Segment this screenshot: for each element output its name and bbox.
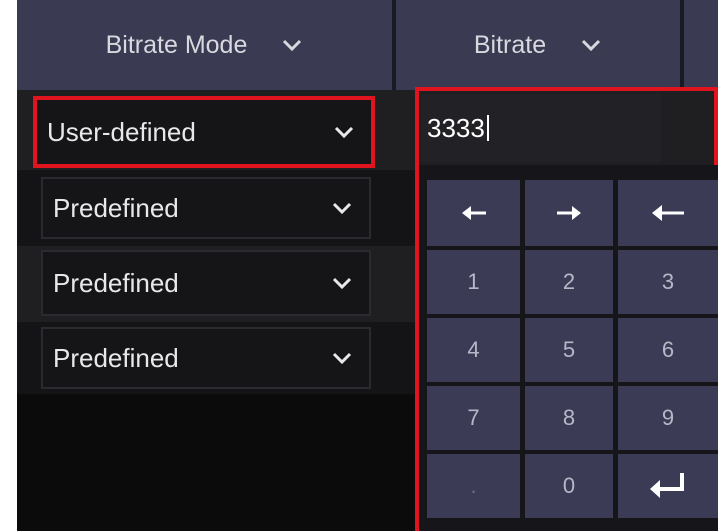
keypad-key-3[interactable]: 3 [618,250,718,314]
keypad-key-7[interactable]: 7 [427,386,520,450]
keypad-key-9[interactable]: 9 [618,386,718,450]
keypad-key-8[interactable]: 8 [525,386,613,450]
key-label: 1 [467,269,480,294]
keypad-key-5[interactable]: 5 [525,318,613,382]
key-label: 5 [562,337,576,362]
chevron-down-icon [281,37,303,53]
bitrate-column-header[interactable]: Bitrate [396,0,680,90]
key-label: 3 [661,269,675,294]
bitrate-mode-select[interactable]: Predefined [41,327,371,389]
keypad-key-0[interactable]: 0 [525,454,613,518]
bitrate-mode-header-label: Bitrate Mode [105,30,248,59]
arrow-right-icon [555,202,583,224]
keypad-key-6[interactable]: 6 [618,318,718,382]
keypad-key-dot[interactable]: . [427,454,520,518]
encoding-settings-panel: Bitrate Mode Bitrate User-defined Predef… [17,0,718,531]
bitrate-mode-value: Predefined [53,342,179,373]
keypad-arrow-right[interactable] [525,180,613,246]
bitrate-header-label: Bitrate [473,30,547,59]
keypad-arrow-left[interactable] [427,180,520,246]
chevron-down-icon [331,350,353,366]
key-label: 2 [562,269,576,294]
backspace-icon [650,202,686,224]
arrow-left-icon [460,202,488,224]
bitrate-mode-select[interactable]: Predefined [41,177,371,239]
key-label: 0 [562,473,576,498]
key-label: . [470,473,477,498]
chevron-down-icon [331,200,353,216]
key-label: 6 [661,337,675,362]
bitrate-mode-column-header[interactable]: Bitrate Mode [17,0,392,90]
chevron-down-icon [331,275,353,291]
chevron-down-icon [580,37,602,53]
bitrate-mode-value: User-defined [47,116,196,147]
bitrate-mode-value: Predefined [53,192,179,223]
chevron-down-icon [333,124,355,140]
bitrate-mode-select[interactable]: User-defined [33,96,375,168]
next-column-header[interactable] [684,0,718,90]
bitrate-mode-value: Predefined [53,267,179,298]
key-label: 4 [467,337,480,362]
keypad-backspace[interactable] [618,180,718,246]
text-cursor [486,115,489,141]
enter-icon [648,471,688,501]
key-label: 9 [661,405,675,430]
keypad-enter[interactable] [618,454,718,518]
bitrate-input[interactable]: 3333 [421,94,661,162]
bitrate-mode-select[interactable]: Predefined [41,250,371,316]
key-label: 8 [562,405,576,430]
keypad-key-2[interactable]: 2 [525,250,613,314]
keypad-key-1[interactable]: 1 [427,250,520,314]
key-label: 7 [467,405,480,430]
keypad-key-4[interactable]: 4 [427,318,520,382]
bitrate-input-value: 3333 [427,112,485,143]
